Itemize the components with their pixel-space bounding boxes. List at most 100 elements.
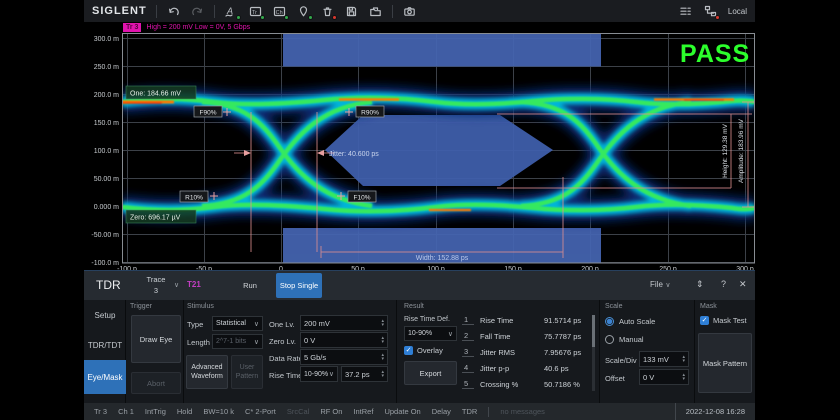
trace-info-line: Tr 3 High = 200 mV Low = 0V, 5 Gbps [123, 22, 250, 32]
status-srccal[interactable]: SrcCal [287, 407, 310, 416]
overlay-checkbox[interactable]: ✓ Overlay [404, 346, 443, 355]
waveform-icon[interactable]: A [224, 4, 239, 19]
svg-text:-50.00 m: -50.00 m [91, 232, 119, 239]
channel-icon[interactable]: Ch [272, 4, 287, 19]
tab-setup[interactable]: Setup [84, 300, 126, 330]
status-separator [488, 407, 489, 417]
local-mode-label[interactable]: Local [728, 7, 747, 16]
status-mode[interactable]: TDR [462, 407, 477, 416]
advanced-waveform-button[interactable]: Advanced Waveform [186, 355, 228, 389]
length-label: Length [187, 338, 210, 347]
trace-settings-text: High = 200 mV Low = 0V, 5 Gbps [146, 24, 250, 31]
export-button[interactable]: Export [404, 361, 457, 385]
y-axis-labels: 300.0 m 250.0 m 200.0 m 150.0 m 100.0 m … [91, 36, 119, 267]
r90-tag: R90% [361, 110, 379, 117]
one-level-input[interactable]: 200 mV▴▾ [300, 315, 388, 331]
data-rate-label: Data Rate [269, 354, 303, 363]
rise-time-input[interactable]: 37.2 ps▴▾ [341, 366, 388, 382]
zero-level-field-label: Zero Lv. [269, 337, 296, 346]
folder-icon[interactable] [368, 4, 383, 19]
length-dropdown[interactable]: 2^7-1 bits∨ [212, 334, 263, 349]
svg-text:100.0 m: 100.0 m [94, 148, 119, 155]
mask-top [283, 34, 601, 67]
user-pattern-button[interactable]: User Pattern [231, 355, 263, 389]
run-button[interactable]: Run [228, 275, 272, 296]
result-def-dropdown[interactable]: 10-90%∨ [404, 326, 457, 341]
manual-scale-radio[interactable]: Manual [605, 335, 644, 344]
trace-select[interactable]: Trace3 [140, 274, 172, 296]
camera-icon[interactable] [402, 4, 417, 19]
radio-unselected-icon [605, 335, 614, 344]
rise-time-def-label: Rise Time Def. [404, 316, 450, 323]
list-icon[interactable] [678, 4, 693, 19]
status-intref[interactable]: IntRef [353, 407, 373, 416]
status-clock: 2022-12-08 16:28 [675, 403, 745, 420]
rise-time-label: Rise Time [269, 371, 302, 380]
offset-input[interactable]: 0 V▴▾ [639, 369, 689, 385]
redo-icon[interactable] [190, 4, 205, 19]
mask-pattern-button[interactable]: Mask Pattern [698, 333, 752, 393]
status-bandwidth[interactable]: BW=10 k [203, 407, 234, 416]
checkbox-checked-icon: ✓ [700, 316, 709, 325]
f90-tag: F90% [200, 110, 217, 117]
save-icon[interactable] [344, 4, 359, 19]
svg-text:50.00 m: 50.00 m [94, 176, 119, 183]
marker-icon[interactable] [296, 4, 311, 19]
help-icon[interactable]: ? [721, 279, 726, 289]
status-rf[interactable]: RF On [320, 407, 342, 416]
pass-status: PASS [680, 40, 750, 69]
stop-single-button[interactable]: Stop Single [276, 273, 322, 298]
status-delay[interactable]: Delay [432, 407, 451, 416]
close-icon[interactable]: ✕ [739, 279, 747, 290]
siglent-logo: SIGLENT [92, 5, 147, 17]
mask-test-checkbox[interactable]: ✓ Mask Test [700, 316, 747, 325]
status-trace[interactable]: Tr 3 [94, 407, 107, 416]
status-channel[interactable]: Ch 1 [118, 407, 134, 416]
tab-eye-mask[interactable]: Eye/Mask [84, 360, 126, 394]
status-update[interactable]: Update On [384, 407, 420, 416]
result-section-title: Result [404, 303, 424, 310]
type-dropdown[interactable]: Statistical∨ [212, 316, 263, 331]
radio-selected-icon [605, 317, 614, 326]
network-icon[interactable] [703, 4, 718, 19]
auto-scale-radio[interactable]: Auto Scale [605, 317, 655, 326]
t21-label[interactable]: T21 [187, 280, 201, 289]
rise-time-def-dropdown[interactable]: 10-90%∨ [300, 366, 338, 382]
eye-diagram-plot: One: 184.66 mV Zero: 696.17 µV F90% R90%… [84, 22, 755, 270]
abort-button[interactable]: Abort [131, 372, 181, 394]
trash-icon[interactable] [320, 4, 335, 19]
toolbar-separator [214, 5, 215, 18]
mask-test-label: Mask Test [713, 316, 747, 325]
status-trigger[interactable]: IntTrig [145, 407, 166, 416]
svg-text:-100.0 m: -100.0 m [91, 260, 119, 267]
panel-tabs: Setup TDR/TDT Eye/Mask [84, 300, 126, 404]
tab-tdr-tdt[interactable]: TDR/TDT [84, 330, 126, 360]
result-table-scrollbar[interactable] [592, 315, 595, 391]
manual-label: Manual [619, 335, 644, 344]
scale-section-title: Scale [605, 303, 623, 310]
svg-text:150.0 m: 150.0 m [94, 120, 119, 127]
collapse-icon[interactable]: ⇕ [696, 279, 704, 290]
scale-div-label: Scale/Div [605, 356, 637, 365]
svg-text:200.0 m: 200.0 m [94, 92, 119, 99]
r10-tag: R10% [185, 195, 203, 202]
height-annotation: Height: 129.38 mV [722, 123, 729, 178]
jitter-annotation: Jitter: 40.600 ps [329, 151, 379, 158]
svg-text:300.0 m: 300.0 m [94, 36, 119, 43]
f10-tag: F10% [354, 195, 371, 202]
zero-level-input[interactable]: 0 V▴▾ [300, 332, 388, 348]
file-menu[interactable]: File ∨ [650, 279, 671, 289]
panel-title: TDR [96, 278, 121, 292]
chevron-down-icon: ∨ [174, 281, 179, 289]
tdr-control-panel: TDR Trace3 ∨ T21 Run Stop Single File ∨ … [84, 270, 755, 403]
draw-eye-button[interactable]: Draw Eye [131, 315, 181, 363]
svg-text:0.000 m: 0.000 m [94, 204, 119, 211]
undo-icon[interactable] [166, 4, 181, 19]
trace-icon[interactable]: Tr [248, 4, 263, 19]
data-rate-input[interactable]: 5 Gb/s▴▾ [300, 349, 388, 365]
svg-text:250.0 m: 250.0 m [94, 64, 119, 71]
scale-div-input[interactable]: 133 mV▴▾ [639, 351, 689, 367]
amplitude-annotation: Amplitude: 183.96 mV [738, 118, 745, 183]
status-hold[interactable]: Hold [177, 407, 192, 416]
status-cal[interactable]: C* 2-Port [245, 407, 276, 416]
